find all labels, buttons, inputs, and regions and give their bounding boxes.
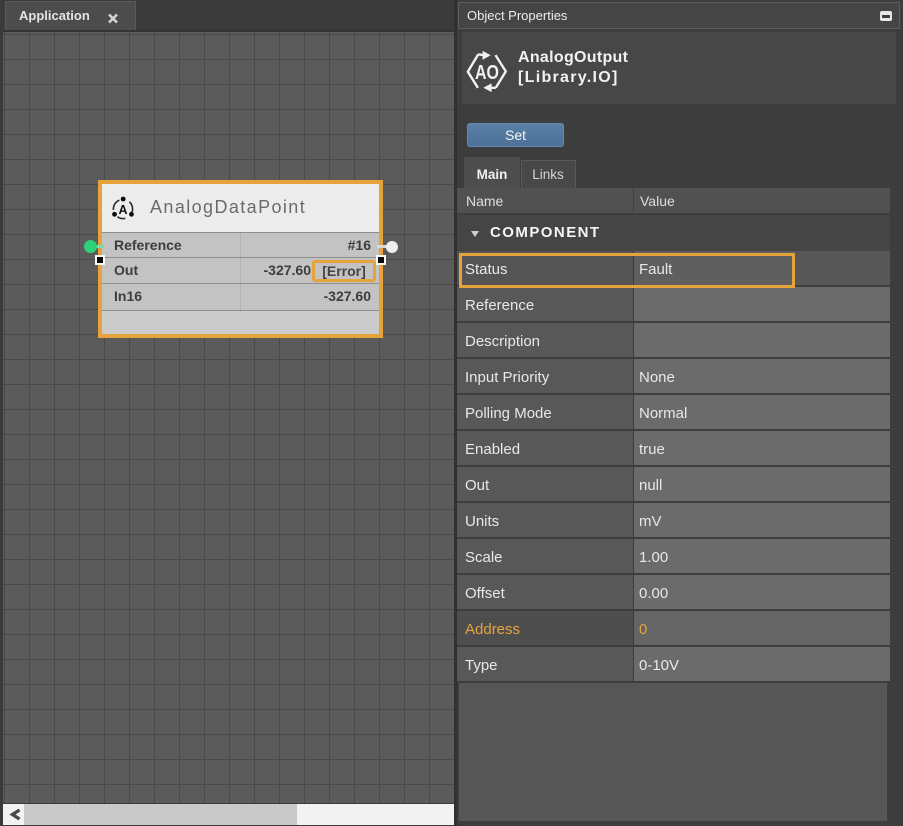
svg-text:AO: AO [475, 61, 499, 83]
svg-text:A: A [118, 203, 127, 217]
